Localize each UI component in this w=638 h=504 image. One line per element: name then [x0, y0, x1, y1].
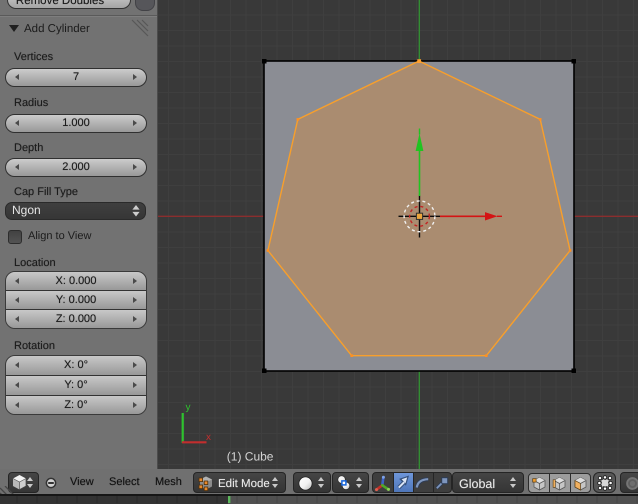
svg-text:y: y: [186, 402, 191, 413]
svg-text:x: x: [206, 432, 211, 443]
svg-text:(1) Cube: (1) Cube: [227, 450, 274, 464]
